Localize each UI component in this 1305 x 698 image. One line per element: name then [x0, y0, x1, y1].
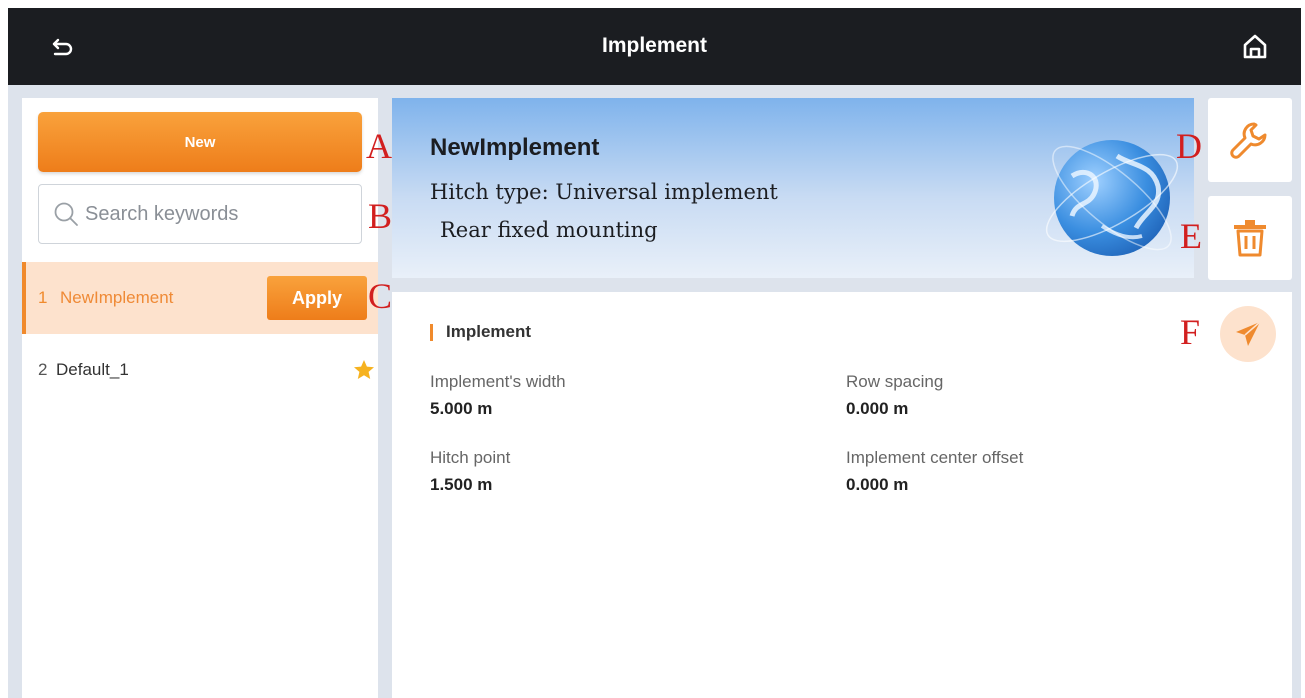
- home-icon[interactable]: [1240, 32, 1270, 62]
- implement-name: NewImplement: [430, 134, 600, 161]
- app-frame: Implement New 1 NewImplement Apply 2 Def…: [8, 8, 1301, 698]
- field-value-width: 5.000 m: [430, 399, 493, 418]
- wrench-icon: [1230, 122, 1267, 159]
- trash-icon: [1234, 220, 1266, 257]
- list-item[interactable]: 1 NewImplement Apply: [22, 262, 378, 334]
- field-value-hitch-point: 1.500 m: [430, 475, 493, 494]
- edit-button[interactable]: [1208, 98, 1292, 182]
- field-label-width: Implement's width: [430, 372, 566, 391]
- globe-icon: [1045, 140, 1179, 256]
- top-bar: Implement: [8, 8, 1301, 85]
- list-item[interactable]: 2 Default_1: [22, 334, 378, 406]
- paper-plane-icon: [1236, 321, 1261, 346]
- list-item-index: 2: [38, 360, 48, 379]
- marker-b: B: [368, 196, 393, 236]
- marker-d: D: [1176, 126, 1202, 166]
- list-item-name: NewImplement: [60, 288, 174, 307]
- list-item-name: Default_1: [56, 360, 129, 379]
- marker-a: A: [366, 126, 392, 166]
- list-item-index: 1: [38, 288, 48, 307]
- marker-c: C: [368, 276, 393, 316]
- section-title: Implement: [430, 322, 531, 342]
- mounting-type: Rear fixed mounting: [440, 218, 658, 242]
- field-value-row-spacing: 0.000 m: [846, 399, 909, 418]
- search-input[interactable]: [85, 202, 345, 226]
- implement-details-card: Implement Implement's width 5.000 m Row …: [392, 292, 1292, 698]
- search-box[interactable]: [38, 184, 362, 244]
- hitch-type: Hitch type: Universal implement: [430, 180, 778, 204]
- new-implement-button[interactable]: New: [38, 112, 362, 172]
- marker-e: E: [1180, 216, 1202, 256]
- field-label-row-spacing: Row spacing: [846, 372, 944, 391]
- apply-button[interactable]: Apply: [267, 276, 367, 320]
- delete-button[interactable]: [1208, 196, 1292, 280]
- search-icon: [54, 202, 78, 226]
- star-icon[interactable]: [352, 358, 376, 382]
- page-title: Implement: [601, 34, 708, 57]
- field-label-hitch-point: Hitch point: [430, 448, 511, 467]
- send-button[interactable]: [1220, 306, 1276, 362]
- implement-summary-card: NewImplement Hitch type: Universal imple…: [392, 98, 1194, 278]
- marker-f: F: [1180, 312, 1201, 352]
- implement-list-panel: New 1 NewImplement Apply 2 Default_1: [22, 98, 378, 698]
- field-value-center-offset: 0.000 m: [846, 475, 909, 494]
- field-label-center-offset: Implement center offset: [846, 448, 1024, 467]
